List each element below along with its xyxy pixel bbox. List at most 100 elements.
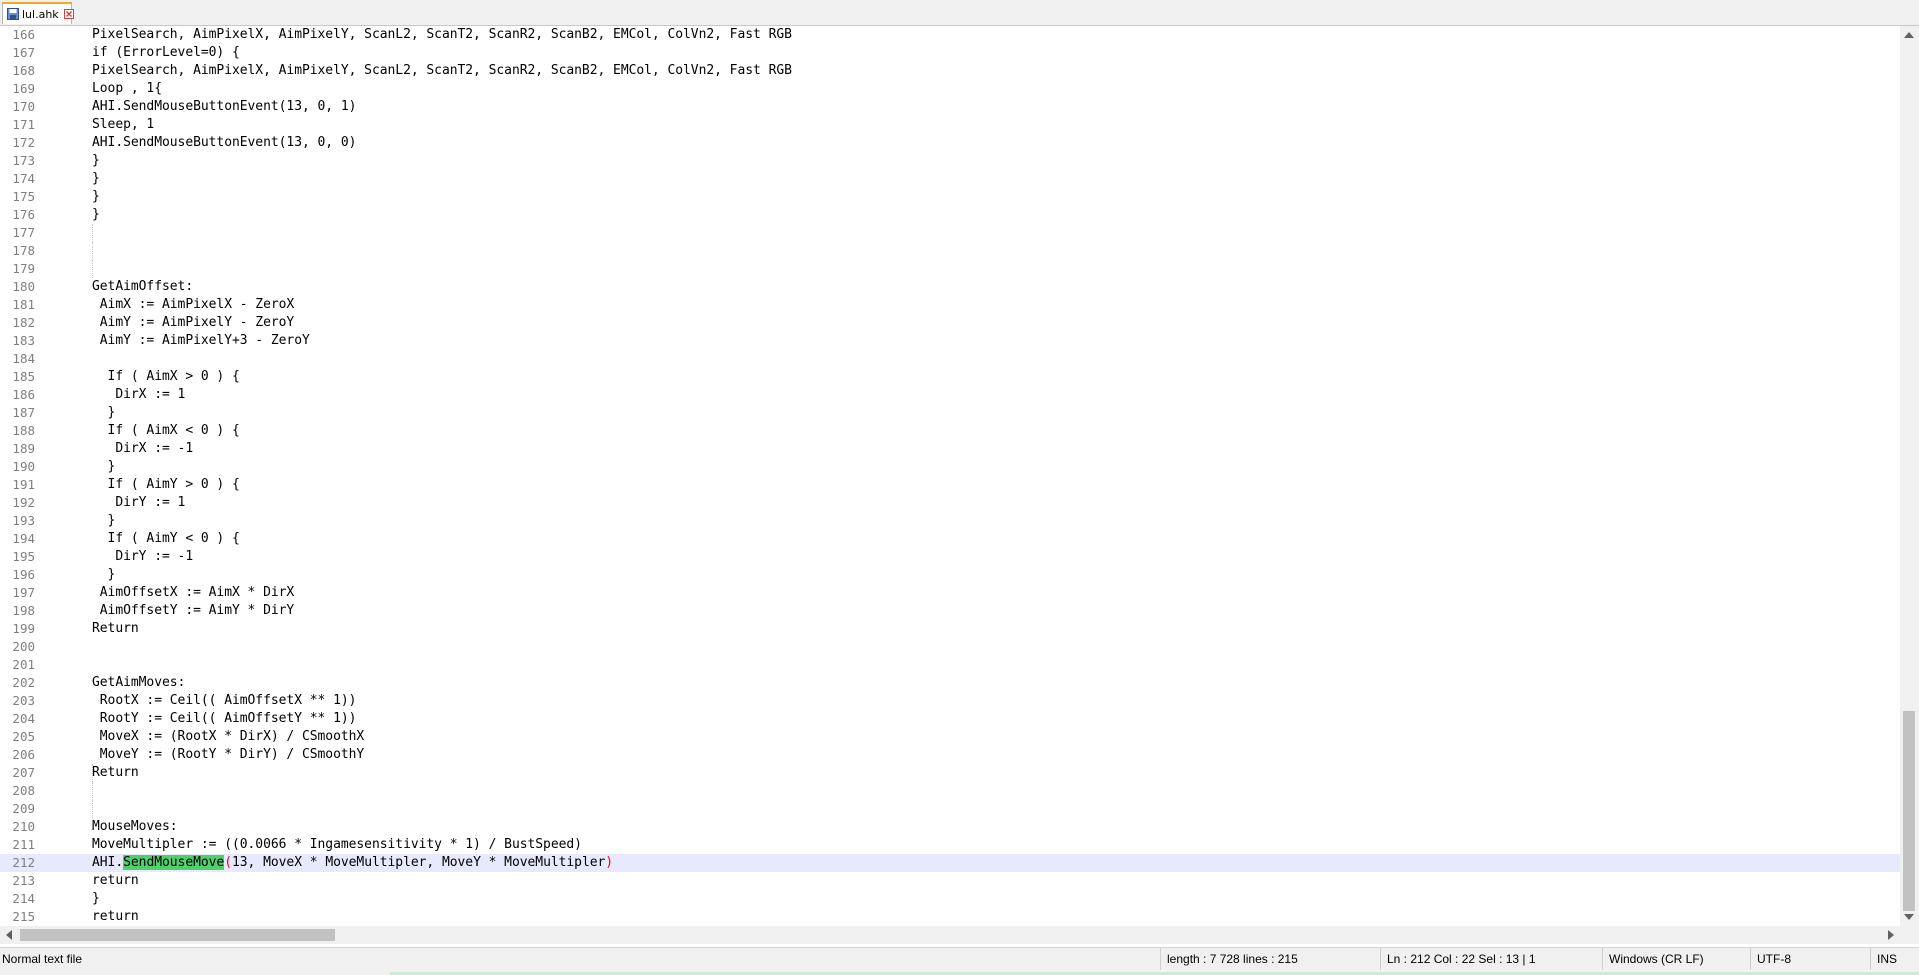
brace-match: (: [224, 855, 232, 870]
code-text: If ( AimX < 0 ) {: [92, 423, 240, 438]
code-fragment: AHI.: [92, 855, 124, 870]
code-line[interactable]: 172 AHI.SendMouseButtonEvent(13, 0, 0): [0, 134, 1900, 152]
code-text: if (ErrorLevel=0) {: [92, 45, 240, 60]
code-line[interactable]: 168 PixelSearch, AimPixelX, AimPixelY, Sc…: [0, 62, 1900, 80]
code-line[interactable]: 169 Loop , 1{: [0, 80, 1900, 98]
status-insert-mode[interactable]: INS: [1870, 948, 1919, 970]
code-line[interactable]: 189 DirX := -1: [0, 440, 1900, 458]
code-line[interactable]: 187 }: [0, 404, 1900, 422]
line-number: 201: [12, 657, 35, 672]
close-icon[interactable]: [63, 9, 74, 19]
code-line[interactable]: 177: [0, 224, 1900, 242]
code-line[interactable]: 202 GetAimMoves:: [0, 674, 1900, 692]
code-line[interactable]: 179: [0, 260, 1900, 278]
code-line[interactable]: 199 Return: [0, 620, 1900, 638]
status-encoding[interactable]: UTF-8: [1750, 948, 1870, 970]
code-line[interactable]: 196 }: [0, 566, 1900, 584]
code-line[interactable]: 214}: [0, 890, 1900, 908]
scroll-up-arrow-icon[interactable]: [1904, 32, 1914, 38]
line-number: 202: [12, 675, 35, 690]
line-number: 206: [12, 747, 35, 762]
scroll-right-arrow-icon[interactable]: [1888, 930, 1894, 940]
code-line[interactable]: 193 }: [0, 512, 1900, 530]
code-line[interactable]: 185 If ( AimX > 0 ) {: [0, 368, 1900, 386]
code-text: DirY := 1: [92, 495, 186, 510]
code-line[interactable]: 173}: [0, 152, 1900, 170]
line-number: 171: [12, 117, 35, 132]
code-line[interactable]: 197 AimOffsetX := AimX * DirX: [0, 584, 1900, 602]
code-text: }: [92, 405, 116, 420]
indent-guide: [92, 242, 93, 260]
line-number: 189: [12, 441, 35, 456]
code-fragment: 13, MoveX * MoveMultipler, MoveY * MoveM…: [232, 855, 606, 870]
code-line[interactable]: 206 MoveY := (RootY * DirY) / CSmoothY: [0, 746, 1900, 764]
code-line[interactable]: 174}: [0, 170, 1900, 188]
code-line[interactable]: 178: [0, 242, 1900, 260]
line-number: 176: [12, 207, 35, 222]
code-text: }: [92, 567, 116, 582]
code-line[interactable]: 211 MoveMultipler := ((0.0066 * Ingamesen…: [0, 836, 1900, 854]
scroll-down-arrow-icon[interactable]: [1904, 914, 1914, 920]
code-line[interactable]: 184: [0, 350, 1900, 368]
vertical-scrollbar[interactable]: [1900, 26, 1919, 926]
line-number: 180: [12, 279, 35, 294]
scroll-left-arrow-icon[interactable]: [6, 930, 12, 940]
code-text: GetAimOffset:: [92, 279, 194, 294]
vertical-scroll-thumb[interactable]: [1903, 711, 1915, 911]
code-line[interactable]: 208: [0, 782, 1900, 800]
code-line[interactable]: 176}: [0, 206, 1900, 224]
code-text: Sleep, 1: [92, 117, 155, 132]
code-text: }: [92, 891, 100, 906]
tab-lul-ahk[interactable]: lul.ahk: [2, 2, 74, 24]
line-number: 208: [12, 783, 35, 798]
code-line[interactable]: 166 PixelSearch, AimPixelX, AimPixelY, Sc…: [0, 26, 1900, 44]
code-line[interactable]: 204 RootY := Ceil(( AimOffsetY ** 1)): [0, 710, 1900, 728]
line-number: 167: [12, 45, 35, 60]
code-editor[interactable]: 166 PixelSearch, AimPixelX, AimPixelY, Sc…: [0, 26, 1900, 926]
code-line[interactable]: 205 MoveX := (RootX * DirX) / CSmoothX: [0, 728, 1900, 746]
code-line[interactable]: 200: [0, 638, 1900, 656]
code-line[interactable]: 175}: [0, 188, 1900, 206]
code-line[interactable]: 215 return: [0, 908, 1900, 926]
line-number: 182: [12, 315, 35, 330]
code-line[interactable]: 195 DirY := -1: [0, 548, 1900, 566]
code-line[interactable]: 212 AHI.SendMouseMove(13, MoveX * MoveMul…: [0, 854, 1900, 872]
code-text: Return: [92, 621, 139, 636]
scrollbar-corner: [1900, 926, 1919, 944]
code-line[interactable]: 182 AimY := AimPixelY - ZeroY: [0, 314, 1900, 332]
code-line[interactable]: 203 RootX := Ceil(( AimOffsetX ** 1)): [0, 692, 1900, 710]
code-text: AimOffsetX := AimX * DirX: [92, 585, 295, 600]
code-line[interactable]: 210 MouseMoves:: [0, 818, 1900, 836]
code-line[interactable]: 201: [0, 656, 1900, 674]
code-line[interactable]: 213 return: [0, 872, 1900, 890]
code-text: }: [92, 153, 100, 168]
code-line[interactable]: 207 Return: [0, 764, 1900, 782]
code-line[interactable]: 192 DirY := 1: [0, 494, 1900, 512]
code-line[interactable]: 170 AHI.SendMouseButtonEvent(13, 0, 1): [0, 98, 1900, 116]
code-text: AimX := AimPixelX - ZeroX: [92, 297, 295, 312]
code-line[interactable]: 171 Sleep, 1: [0, 116, 1900, 134]
code-line[interactable]: 198 AimOffsetY := AimY * DirY: [0, 602, 1900, 620]
status-file-type: Normal text file: [2, 952, 83, 966]
horizontal-scrollbar[interactable]: [0, 926, 1900, 944]
code-line[interactable]: 180 GetAimOffset:: [0, 278, 1900, 296]
code-line[interactable]: 186 DirX := 1: [0, 386, 1900, 404]
line-number: 181: [12, 297, 35, 312]
code-line[interactable]: 190 }: [0, 458, 1900, 476]
line-number: 169: [12, 81, 35, 96]
code-text: Return: [92, 765, 139, 780]
code-line[interactable]: 188 If ( AimX < 0 ) {: [0, 422, 1900, 440]
code-line[interactable]: 181 AimX := AimPixelX - ZeroX: [0, 296, 1900, 314]
code-text: }: [92, 459, 116, 474]
code-line[interactable]: 194 If ( AimY < 0 ) {: [0, 530, 1900, 548]
code-line[interactable]: 183 AimY := AimPixelY+3 - ZeroY: [0, 332, 1900, 350]
tab-label: lul.ahk: [22, 7, 59, 21]
line-number: 204: [12, 711, 35, 726]
code-line[interactable]: 209: [0, 800, 1900, 818]
line-number: 177: [12, 225, 35, 240]
code-line[interactable]: 167 if (ErrorLevel=0) {: [0, 44, 1900, 62]
horizontal-scroll-thumb[interactable]: [20, 929, 335, 941]
code-line[interactable]: 191 If ( AimY > 0 ) {: [0, 476, 1900, 494]
code-text: DirX := -1: [92, 441, 194, 456]
status-eol-format[interactable]: Windows (CR LF): [1602, 948, 1750, 970]
